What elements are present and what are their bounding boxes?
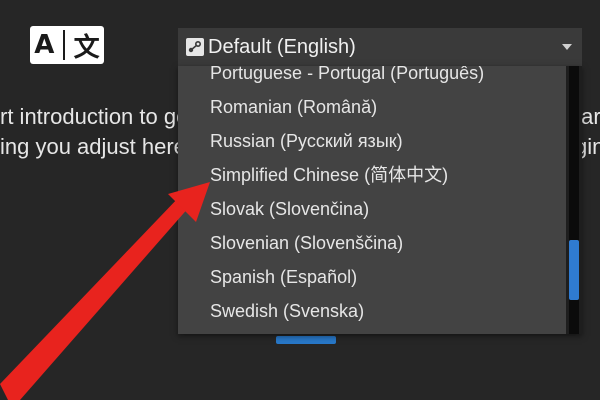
annotation-arrow: [0, 182, 210, 400]
annotation-arrow-shaft: [0, 196, 190, 400]
